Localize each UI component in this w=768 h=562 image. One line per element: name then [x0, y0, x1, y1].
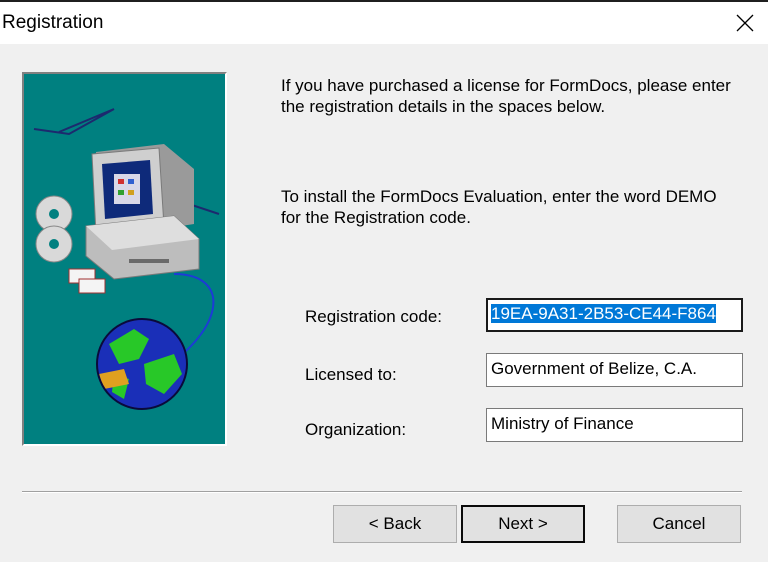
close-icon	[736, 14, 754, 32]
setup-illustration	[22, 72, 227, 446]
next-button[interactable]: Next >	[461, 505, 585, 543]
registration-code-field[interactable]: 19EA-9A31-2B53-CE44-F864	[486, 298, 743, 332]
purchase-instructions: If you have purchased a license for Form…	[281, 76, 731, 116]
demo-instructions: To install the FormDocs Evaluation, ente…	[281, 187, 717, 227]
window-title: Registration	[2, 12, 104, 33]
registration-code-value: 19EA-9A31-2B53-CE44-F864	[491, 304, 716, 323]
back-button[interactable]: < Back	[333, 505, 457, 543]
cancel-button[interactable]: Cancel	[617, 505, 741, 543]
registration-code-label: Registration code:	[305, 307, 443, 326]
close-button[interactable]	[722, 2, 768, 44]
organization-label: Organization:	[305, 420, 407, 439]
button-separator	[22, 491, 742, 493]
licensed-to-label: Licensed to:	[305, 365, 397, 384]
title-bar: Registration	[0, 0, 768, 44]
licensed-to-field[interactable]: Government of Belize, C.A.	[486, 353, 743, 387]
organization-field[interactable]: Ministry of Finance	[486, 408, 743, 442]
